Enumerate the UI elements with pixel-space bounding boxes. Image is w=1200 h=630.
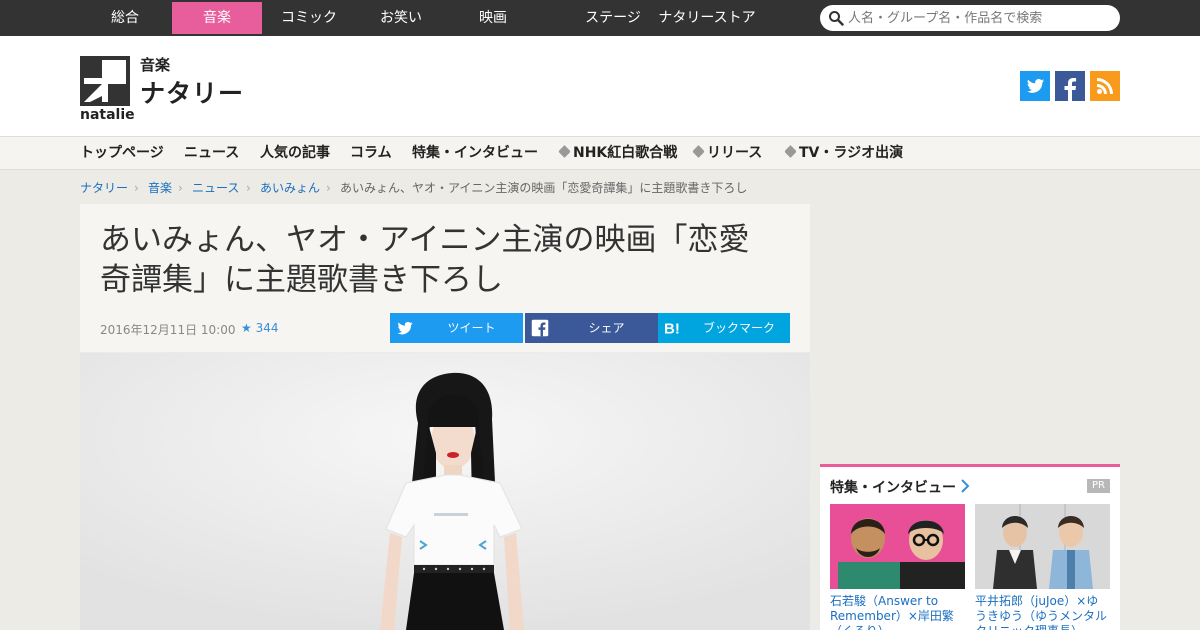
breadcrumb-natalie[interactable]: ナタリー [80, 178, 128, 198]
tag-icon [784, 145, 797, 158]
tag-icon [558, 145, 571, 158]
tab-comic[interactable]: コミック [264, 2, 354, 34]
logo-name[interactable]: ナタリー [140, 74, 244, 110]
subnav-kouhaku-label: NHK紅白歌合戦 [573, 145, 678, 161]
tab-eiga[interactable]: 映画 [448, 2, 538, 34]
breadcrumb-chevron-icon: › [246, 181, 251, 195]
feature-card[interactable]: 石若駿（Answer to Remember）×岸田繁（くるり） [830, 504, 965, 630]
feature-card[interactable]: 平井拓郎（juJoe）×ゆうきゆう（ゆうメンタルクリニック理事長） [975, 504, 1110, 630]
tab-music[interactable]: 音楽 [172, 2, 262, 34]
tag-icon [692, 145, 705, 158]
article-header: あいみょん、ヤオ・アイニン主演の映画「恋愛 奇譚集」に主題歌書き下ろし 2016… [80, 204, 810, 352]
chevron-right-icon[interactable] [960, 477, 970, 495]
global-nav: 総合 音楽 コミック お笑い 映画 ステージ ナタリーストア [0, 0, 1200, 36]
article-title-line1: あいみょん、ヤオ・アイニン主演の映画「恋愛 [100, 222, 750, 258]
section-nav: トップページ ニュース 人気の記事 コラム 特集・インタビュー NHK紅白歌合戦… [0, 136, 1200, 170]
subnav-top[interactable]: トップページ [80, 137, 164, 170]
feature-sidebar-title[interactable]: 特集・インタビュー [830, 477, 956, 497]
natalie-logo-mark[interactable] [80, 56, 130, 106]
feature-sidebar: 特集・インタビュー PR 石若駿（Answer to Remember）×岸田繁… [820, 464, 1120, 630]
facebook-share-button[interactable]: シェア [525, 313, 658, 343]
twitter-icon [397, 321, 413, 335]
search-box [820, 5, 1120, 31]
feature-card-caption: 平井拓郎（juJoe）×ゆうきゆう（ゆうメンタルクリニック理事長） [975, 594, 1108, 630]
breadcrumb-news[interactable]: ニュース [192, 178, 239, 198]
tweet-button-label: ツイート [447, 321, 496, 335]
twitter-icon[interactable] [1020, 71, 1050, 101]
favorite-count[interactable]: ★ 344 [241, 321, 279, 335]
feature-card-thumbnail [975, 504, 1110, 589]
subnav-release[interactable]: リリース [692, 137, 763, 170]
rss-icon[interactable] [1090, 71, 1120, 101]
subnav-tv-radio[interactable]: TV・ラジオ出演 [784, 137, 904, 170]
breadcrumb-music[interactable]: 音楽 [148, 178, 172, 198]
feature-card-thumbnail [830, 504, 965, 589]
hatena-bookmark-label: ブックマーク [702, 321, 775, 335]
breadcrumb-current: あいみょん、ヤオ・アイニン主演の映画「恋愛奇譚集」に主題歌書き下ろし [340, 181, 748, 195]
subnav-column[interactable]: コラム [350, 137, 392, 170]
svg-text:B!: B! [664, 320, 680, 337]
site-header: 音楽 ナタリー natalie [0, 36, 1200, 136]
feature-photo-2 [975, 504, 1110, 589]
artist-photo-illustration [80, 353, 810, 630]
favorite-count-value: 344 [255, 321, 279, 335]
pr-badge: PR [1087, 479, 1110, 493]
subnav-news[interactable]: ニュース [184, 137, 239, 170]
subnav-popular[interactable]: 人気の記事 [260, 137, 330, 170]
tweet-button[interactable]: ツイート [390, 313, 523, 343]
facebook-icon [531, 319, 549, 337]
feature-photo-1 [830, 504, 965, 589]
breadcrumb-chevron-icon: › [326, 181, 331, 195]
subnav-tv-radio-label: TV・ラジオ出演 [799, 145, 904, 161]
breadcrumb-chevron-icon: › [178, 181, 183, 195]
subnav-feature[interactable]: 特集・インタビュー [412, 137, 538, 170]
facebook-share-label: シェア [588, 321, 625, 335]
subnav-release-label: リリース [707, 145, 763, 161]
article-date: 2016年12月11日 10:00 [100, 323, 236, 337]
tab-sougou[interactable]: 総合 [80, 2, 170, 34]
facebook-icon[interactable] [1055, 71, 1085, 101]
tab-store[interactable]: ナタリーストア [640, 2, 774, 34]
search-input[interactable] [848, 8, 1110, 28]
hatena-bookmark-button[interactable]: B! ブックマーク [658, 313, 790, 343]
logo-category[interactable]: 音楽 [140, 54, 170, 75]
subnav-kouhaku[interactable]: NHK紅白歌合戦 [558, 137, 678, 170]
feature-card-caption: 石若駿（Answer to Remember）×岸田繁（くるり） [830, 594, 954, 630]
hatena-bookmark-icon: B! [664, 320, 680, 337]
tab-owarai[interactable]: お笑い [356, 2, 446, 34]
logo-roman[interactable]: natalie [80, 107, 135, 123]
breadcrumb-artist[interactable]: あいみょん [260, 178, 320, 198]
article-title-line2: 奇譚集」に主題歌書き下ろし [100, 262, 503, 298]
search-icon[interactable] [828, 10, 844, 26]
star-icon: ★ [241, 321, 252, 335]
article-photo[interactable] [80, 353, 810, 630]
article-title: あいみょん、ヤオ・アイニン主演の映画「恋愛 奇譚集」に主題歌書き下ろし [100, 220, 790, 300]
breadcrumb-chevron-icon: › [134, 181, 139, 195]
